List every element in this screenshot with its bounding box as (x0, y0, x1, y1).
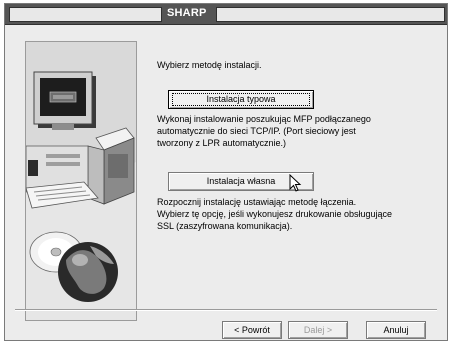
install-method-prompt: Wybierz metodę instalacji. (157, 60, 262, 70)
typical-install-description-line2: automatycznie do sieci TCP/IP. (Port sie… (157, 126, 356, 136)
footer-separator (15, 309, 437, 311)
installer-window: SHARP Wybierz metodę instalacji. Instala… (4, 3, 448, 341)
computer-icon (26, 71, 136, 320)
focus-ring (172, 93, 310, 106)
next-button[interactable]: Dalej > (288, 321, 348, 339)
title-bar[interactable]: SHARP (5, 4, 447, 25)
typical-install-description-line1: Wykonaj instalowanie poszukując MFP podł… (157, 114, 371, 124)
installer-illustration (25, 41, 137, 321)
window-title: SHARP (167, 7, 207, 19)
typical-install-description-line3: tworzony z LPR automatycznie.) (157, 138, 287, 148)
title-bar-decoration-right (216, 7, 445, 22)
cancel-button[interactable]: Anuluj (366, 321, 426, 339)
custom-install-description-line1: Rozpocznij instalację ustawiając metodę … (157, 197, 357, 207)
mouse-cursor-icon (289, 174, 302, 192)
custom-install-description-line3: SSL (zaszyfrowana komunikacja). (157, 221, 293, 231)
custom-install-label: Instalacja własna (206, 176, 276, 186)
title-bar-decoration-left (9, 7, 162, 22)
typical-install-button[interactable]: Instalacja typowa (168, 90, 314, 109)
custom-install-description-line2: Wybierz tę opcję, jeśli wykonujesz druko… (157, 209, 393, 219)
back-button[interactable]: < Powrót (222, 321, 282, 339)
